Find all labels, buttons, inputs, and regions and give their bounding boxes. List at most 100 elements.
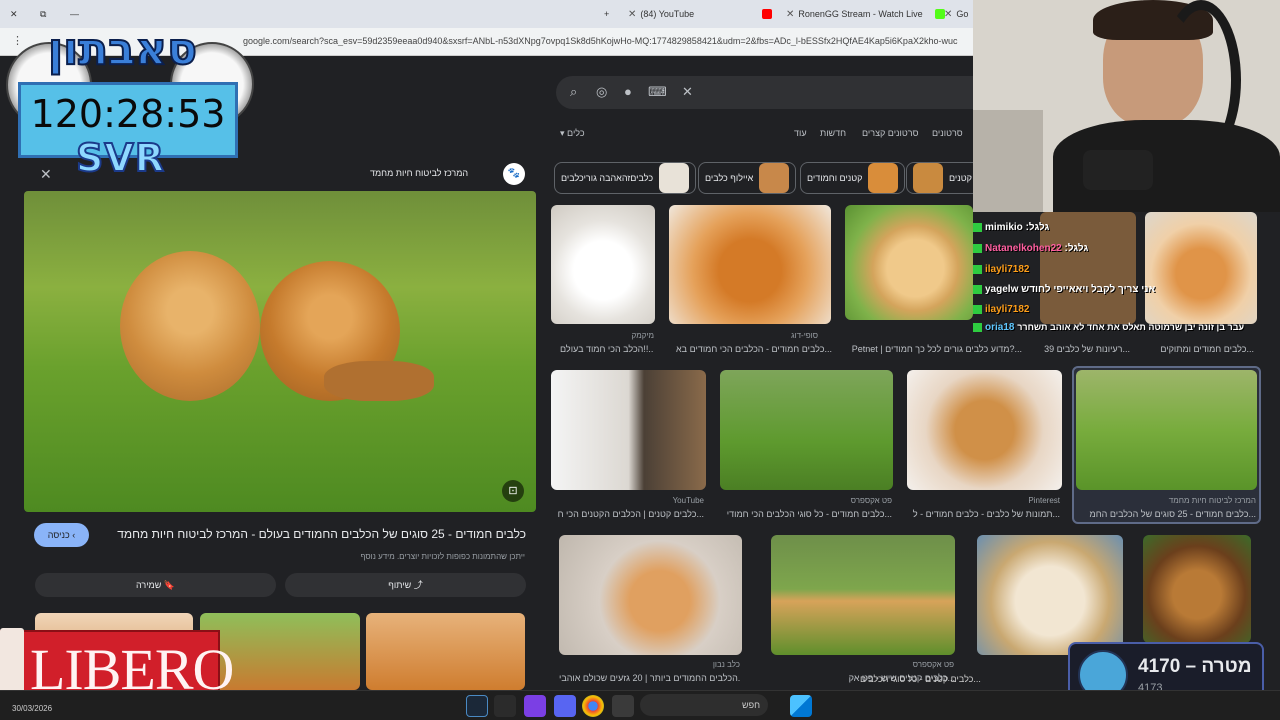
chip-label: כלביםזהאהבה גוריכלבים <box>561 173 654 183</box>
filter-more[interactable]: עוד <box>794 128 807 138</box>
share-button[interactable]: שיתוף ⤴ <box>285 573 526 597</box>
preview-image[interactable] <box>24 191 536 512</box>
result-image[interactable] <box>1143 535 1251 643</box>
chip-image <box>913 163 943 193</box>
lens-icon[interactable]: ◎ <box>596 84 607 100</box>
result-caption[interactable]: הכלב הכי חמוד בעולם!!... <box>560 344 654 354</box>
chat-message: ilayli7182 <box>973 264 1029 275</box>
result-caption[interactable]: כלבים חמודים ומתוקים... <box>1140 344 1254 354</box>
kick-badge-icon <box>973 264 982 274</box>
menu-icon[interactable]: ⋮ <box>12 34 23 47</box>
taskbar-search[interactable]: חפש <box>640 694 768 716</box>
result-image[interactable] <box>720 370 893 490</box>
file-explorer-icon[interactable] <box>612 695 634 717</box>
mic-icon[interactable]: ● <box>624 84 632 99</box>
result-image[interactable] <box>845 205 973 320</box>
overlay-ticker: כלבים קטנים - כל סוגי הכלבים... <box>860 674 981 684</box>
tab-kick[interactable]: ✕ RonenGG Stream - Watch Live <box>786 4 945 24</box>
taskbar-date: 30/03/2026 <box>12 704 53 713</box>
save-label: שמירה <box>135 580 162 590</box>
chip-2[interactable]: קטנים וחמודים <box>800 162 906 194</box>
discord-icon[interactable] <box>554 695 576 717</box>
chrome-icon[interactable] <box>582 695 604 717</box>
result-source: כלב נבון <box>712 660 740 669</box>
chat-message: Natanelkohen22 :גלגל <box>973 243 1088 254</box>
app-icon[interactable] <box>494 695 516 717</box>
channel-logo-title: סאבתון <box>47 23 198 76</box>
result-image[interactable] <box>551 205 655 324</box>
close-icon[interactable]: ✕ <box>944 9 952 20</box>
clear-icon[interactable]: ✕ <box>682 84 693 100</box>
result-image[interactable] <box>551 370 706 490</box>
chip-label: איילוף כלבים <box>705 173 754 183</box>
result-caption[interactable]: 39 רעיונות של כלבים... <box>1030 344 1130 354</box>
minimize-icon[interactable]: — <box>70 4 79 24</box>
lens-icon[interactable]: ⊡ <box>502 480 524 502</box>
close-icon[interactable]: ✕ <box>786 9 794 20</box>
kick-badge-icon <box>973 322 982 332</box>
close-icon[interactable]: ✕ <box>40 166 54 182</box>
search-box[interactable]: ⌕ ◎ ● ⌨ ✕ <box>556 76 973 109</box>
visit-label: כניסה <box>47 530 70 540</box>
search-filters: סרטונים סרטונים קצרים חדשות עוד ▾ כלים <box>560 128 973 142</box>
result-caption[interactable]: תמונות של כלבים - כלבים חמודים - ל... <box>908 509 1060 519</box>
preview-source-name[interactable]: המרכז לביטוח חיות מחמד <box>370 168 468 178</box>
bookmark-icon: 🔖 <box>163 580 176 590</box>
result-image[interactable] <box>977 535 1123 655</box>
paw-icon: 🐾 <box>503 163 525 185</box>
goal-label: 4170 – מטרה <box>1138 656 1252 677</box>
result-caption[interactable]: Petnet | מדוע כלבים גורים לכל כך חמודים?… <box>846 344 1022 354</box>
chat-text: :גלגל <box>1064 243 1089 254</box>
chip-4[interactable]: כלביםזהאהבה גוריכלבים <box>554 162 697 194</box>
result-caption[interactable]: כלבים חמודים - כל סוגי הכלבים הכי חמודי.… <box>720 509 892 519</box>
keyboard-icon[interactable]: ⌨ <box>648 84 667 100</box>
filter-tools[interactable]: ▾ כלים <box>560 128 585 139</box>
result-image[interactable] <box>771 535 955 655</box>
chat-text: אני צריך לקבל ויאאייפי לחודש <box>1021 284 1156 295</box>
chat-user: oria18 <box>985 322 1015 333</box>
url-text[interactable]: google.com/search?sca_esv=59d2359eeaa0d9… <box>243 36 973 46</box>
result-image[interactable] <box>1076 370 1257 490</box>
result-caption[interactable]: כלבים חמודים - 25 סוגים של הכלבים החמ... <box>1078 509 1256 519</box>
share-label: שיתוף <box>388 580 412 590</box>
filter-shorts[interactable]: סרטונים קצרים <box>862 128 918 138</box>
tab-label: RonenGG Stream - Watch Live <box>798 9 923 19</box>
share-icon: ⤴ <box>413 580 423 590</box>
result-image[interactable] <box>907 370 1062 490</box>
tab-google[interactable]: ✕ Go <box>944 4 968 24</box>
search-icon[interactable]: ⌕ <box>570 84 577 100</box>
windows-start-icon[interactable] <box>790 695 812 717</box>
background-object <box>973 110 1043 212</box>
new-tab-button[interactable]: + <box>604 4 609 24</box>
tab-youtube[interactable]: ✕ (84) YouTube <box>628 4 694 24</box>
copyright-note: ייתכן שהתמונות כפופות לזכויות יוצרים. מי… <box>360 552 526 561</box>
chat-overlay: mimikio :גלגל Natanelkohen22 :גלגל ilayl… <box>973 212 1280 340</box>
filter-news[interactable]: חדשות <box>820 128 846 138</box>
filter-videos[interactable]: סרטונים <box>932 128 963 138</box>
tab-label: (84) YouTube <box>640 9 695 19</box>
result-image[interactable] <box>669 205 831 324</box>
close-window-icon[interactable]: ✕ <box>10 4 18 24</box>
result-source: פט אקספרס <box>912 660 954 669</box>
kick-badge-icon <box>973 284 982 294</box>
kick-badge-icon <box>973 243 982 253</box>
steam-icon[interactable] <box>466 695 488 717</box>
close-icon[interactable]: ✕ <box>628 9 636 20</box>
result-caption[interactable]: הכלבים החמודים ביותר | 20 גזעים שכולם או… <box>559 673 741 683</box>
chat-user: Natanelkohen22 <box>985 243 1062 254</box>
result-image[interactable] <box>559 535 742 655</box>
result-source: פט אקספרס <box>850 496 892 505</box>
visit-button[interactable]: כניסה ‹ <box>34 523 89 547</box>
dog-body <box>324 361 434 401</box>
save-button[interactable]: שמירה 🔖 <box>35 573 276 597</box>
restore-icon[interactable]: ⧉ <box>40 4 46 24</box>
taskbar-search-label: חפש <box>742 700 760 710</box>
related-image[interactable] <box>366 613 525 690</box>
result-caption[interactable]: כלבים קטנים | הכלבים הקטנים הכי ח... <box>551 509 704 519</box>
chip-3[interactable]: איילוף כלבים <box>698 162 797 194</box>
twitch-icon[interactable] <box>524 695 546 717</box>
result-caption[interactable]: כלבים חמודים - הכלבים הכי חמודים בא... <box>672 344 832 354</box>
preview-title[interactable]: כלבים חמודים - 25 סוגים של הכלבים החמודי… <box>100 527 526 541</box>
svr-tag: SVR <box>75 135 166 181</box>
chat-user: yagelw <box>985 284 1019 295</box>
